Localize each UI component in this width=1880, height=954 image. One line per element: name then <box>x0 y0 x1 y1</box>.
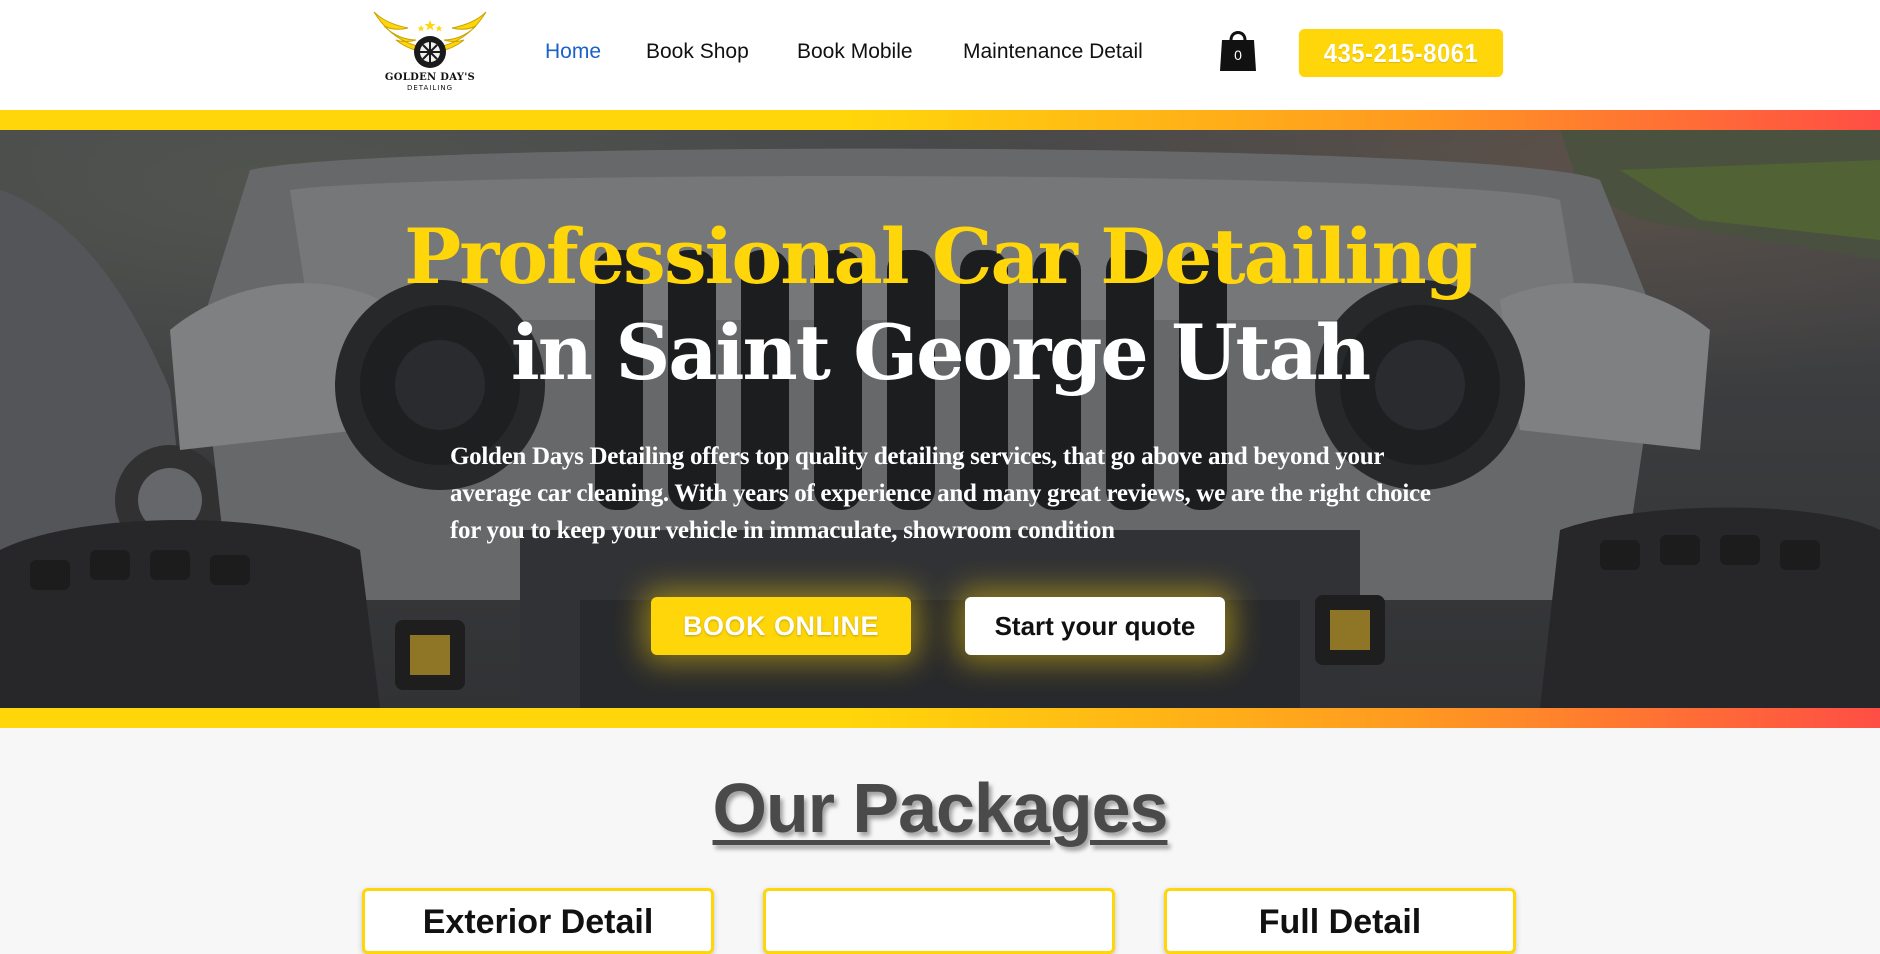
nav-book-mobile[interactable]: Book Mobile <box>797 40 913 64</box>
package-card-title: Exterior Detail <box>422 903 654 941</box>
hero-title-line1: Professional Car Detailing <box>404 212 1478 301</box>
hero-description: Golden Days Detailing offers top quality… <box>450 443 1431 544</box>
gradient-divider-bottom <box>0 708 1880 728</box>
hero-title-line2: in Saint George Utah <box>510 308 1371 397</box>
shopping-cart-button[interactable]: 0 <box>1219 26 1257 72</box>
package-card-title: Full Detail <box>1258 903 1422 941</box>
package-card-full[interactable]: Full Detail <box>1164 888 1516 954</box>
cart-count: 0 <box>1234 47 1242 63</box>
nav-maintenance-detail[interactable]: Maintenance Detail <box>963 40 1143 64</box>
nav-home[interactable]: Home <box>545 40 601 64</box>
package-card-middle[interactable] <box>763 888 1115 954</box>
packages-heading: Our Packages <box>712 769 1169 847</box>
nav-book-shop[interactable]: Book Shop <box>646 40 749 64</box>
book-online-button[interactable]: BOOK ONLINE <box>651 597 911 655</box>
brand-logo[interactable]: GOLDEN DAY'S DETAILING <box>370 8 490 98</box>
site-header: GOLDEN DAY'S DETAILING Home Book Shop Bo… <box>0 0 1880 110</box>
start-quote-button[interactable]: Start your quote <box>965 597 1225 655</box>
hero-banner: Professional Car Detailing in Saint Geor… <box>0 130 1880 708</box>
phone-call-button[interactable]: 435-215-8061 <box>1298 29 1504 77</box>
gradient-divider-top <box>0 110 1880 130</box>
package-card-exterior[interactable]: Exterior Detail <box>362 888 714 954</box>
winged-wheel-logo-icon <box>373 11 487 68</box>
logo-brand-name: GOLDEN DAY'S <box>384 72 476 83</box>
logo-brand-subtitle: DETAILING <box>406 84 454 92</box>
